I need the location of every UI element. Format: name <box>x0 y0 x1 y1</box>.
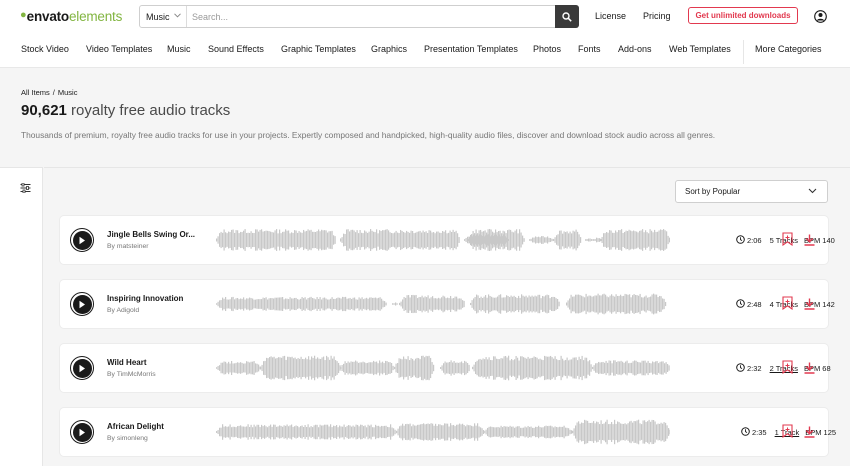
nav-more-categories[interactable]: More Categories <box>755 44 822 54</box>
category-select[interactable]: Music <box>140 6 187 27</box>
nav-add-ons[interactable]: Add-ons <box>618 44 652 54</box>
leaf-icon: ● <box>20 9 27 21</box>
waveform[interactable] <box>216 419 670 445</box>
play-icon <box>72 294 92 314</box>
nav-sound-effects[interactable]: Sound Effects <box>208 44 264 54</box>
waveform[interactable] <box>216 355 670 381</box>
result-count: 90,621 <box>21 102 67 119</box>
top-bar: ● envato elements Music License Pricing … <box>0 0 850 68</box>
breadcrumb-separator: / <box>52 88 55 97</box>
track-row[interactable]: African Delight By simonleng 2:35 1 Trac… <box>60 408 836 456</box>
filter-sliders-icon[interactable] <box>20 180 31 198</box>
play-button[interactable] <box>70 292 94 316</box>
track-duration: 2:35 <box>752 428 767 437</box>
track-author[interactable]: By TimMcMorris <box>107 371 156 378</box>
play-button[interactable] <box>70 420 94 444</box>
category-nav: Stock Video Video Templates Music Sound … <box>0 44 850 58</box>
track-title[interactable]: African Delight <box>107 422 164 431</box>
track-author[interactable]: By simonleng <box>107 435 148 442</box>
nav-web-templates[interactable]: Web Templates <box>669 44 731 54</box>
track-row[interactable]: Wild Heart By TimMcMorris 2:32 2 Tracks … <box>60 344 831 392</box>
nav-graphics[interactable]: Graphics <box>371 44 407 54</box>
nav-video-templates[interactable]: Video Templates <box>86 44 152 54</box>
sort-dropdown[interactable]: Sort by Popular <box>675 180 828 203</box>
nav-stock-video[interactable]: Stock Video <box>21 44 69 54</box>
track-row[interactable]: Jingle Bells Swing Or... By matsteiner 2… <box>60 216 835 264</box>
envato-elements-logo[interactable]: ● envato elements <box>20 8 122 24</box>
download-icon[interactable] <box>804 425 815 443</box>
page-description: Thousands of premium, royalty free audio… <box>21 130 716 140</box>
clock-icon <box>741 427 750 438</box>
logo-envato-text: envato <box>26 8 70 24</box>
filter-rail <box>0 167 43 466</box>
track-title[interactable]: Inspiring Innovation <box>107 294 183 303</box>
waveform[interactable] <box>216 227 670 253</box>
nav-photos[interactable]: Photos <box>533 44 561 54</box>
nav-divider <box>743 40 744 64</box>
download-icon[interactable] <box>804 233 815 251</box>
page-title: 90,621 royalty free audio tracks <box>21 102 230 119</box>
waveform[interactable] <box>216 291 670 317</box>
bookmark-icon[interactable] <box>782 360 793 379</box>
clock-icon <box>736 235 745 246</box>
breadcrumb-all-items[interactable]: All Items <box>21 88 50 97</box>
chevron-down-icon <box>808 186 817 197</box>
clock-icon <box>736 299 745 310</box>
chevron-down-icon <box>173 13 181 20</box>
play-icon <box>72 358 92 378</box>
category-select-value: Music <box>146 11 170 22</box>
track-title[interactable]: Wild Heart <box>107 358 147 367</box>
track-title[interactable]: Jingle Bells Swing Or... <box>107 230 195 239</box>
track-author[interactable]: By matsteiner <box>107 243 149 250</box>
track-row[interactable]: Inspiring Innovation By Adigold 2:48 4 T… <box>60 280 835 328</box>
nav-presentation-templates[interactable]: Presentation Templates <box>424 44 518 54</box>
clock-icon <box>736 363 745 374</box>
breadcrumb-music[interactable]: Music <box>58 88 78 97</box>
bookmark-icon[interactable] <box>782 424 793 443</box>
track-author[interactable]: By Adigold <box>107 307 139 314</box>
search-bar: Music <box>139 5 579 28</box>
page-title-text: royalty free audio tracks <box>66 102 231 119</box>
user-account-icon[interactable] <box>814 10 827 28</box>
logo-elements-text: elements <box>68 8 123 24</box>
license-link[interactable]: License <box>595 11 626 21</box>
play-icon <box>72 230 92 250</box>
track-duration: 2:32 <box>747 364 762 373</box>
download-icon[interactable] <box>804 361 815 379</box>
search-icon <box>562 11 572 22</box>
bookmark-icon[interactable] <box>782 296 793 315</box>
track-duration: 2:48 <box>747 300 762 309</box>
nav-graphic-templates[interactable]: Graphic Templates <box>281 44 356 54</box>
play-button[interactable] <box>70 356 94 380</box>
download-icon[interactable] <box>804 297 815 315</box>
pricing-link[interactable]: Pricing <box>643 11 671 21</box>
nav-fonts[interactable]: Fonts <box>578 44 601 54</box>
search-input[interactable] <box>187 6 555 27</box>
get-unlimited-downloads-button[interactable]: Get unlimited downloads <box>688 7 798 24</box>
bookmark-icon[interactable] <box>782 232 793 251</box>
search-button[interactable] <box>555 5 579 28</box>
nav-music[interactable]: Music <box>167 44 191 54</box>
breadcrumb: All Items / Music <box>21 88 77 97</box>
play-button[interactable] <box>70 228 94 252</box>
track-duration: 2:06 <box>747 236 762 245</box>
sort-dropdown-value: Sort by Popular <box>685 187 741 196</box>
play-icon <box>72 422 92 442</box>
